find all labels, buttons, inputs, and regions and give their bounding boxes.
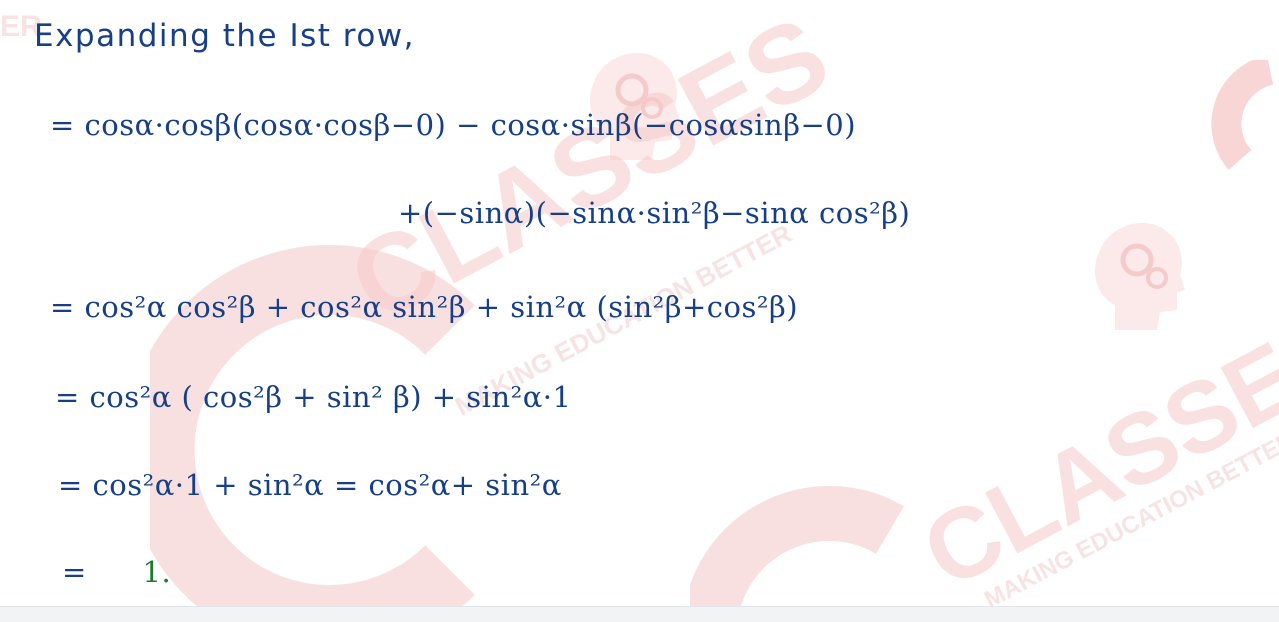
gear-head-icon-right xyxy=(1095,222,1185,330)
bottom-strip xyxy=(0,606,1279,622)
step-4: = cos²α·1 + sin²α = cos²α+ sin²α xyxy=(58,468,562,502)
step-1-line-2: +(−sinα)(−sinα·sin²β−sinα cos²β) xyxy=(398,196,911,230)
watermark-logo-corner xyxy=(1211,60,1274,170)
step-3: = cos²α ( cos²β + sin² β) + sin²α·1 xyxy=(55,380,572,414)
solution-canvas: CLASSES MAKING EDUCATION BETTER CLASSES … xyxy=(0,0,1279,606)
gear-head-icon xyxy=(590,52,680,160)
step-1-line-1: = cosα·cosβ(cosα·cosβ−0) − cosα·sinβ(−co… xyxy=(50,108,857,142)
final-step: = 1. xyxy=(62,555,171,589)
final-answer: 1. xyxy=(142,555,172,589)
step-2: = cos²α cos²β + cos²α sin²β + sin²α (sin… xyxy=(50,290,799,324)
watermark-brand-right: CLASSES xyxy=(905,289,1279,606)
final-equals: = xyxy=(62,555,87,589)
watermark-logo-right xyxy=(690,486,904,606)
solution-heading: Expanding the Ist row, xyxy=(34,18,415,54)
watermark-tagline-right: MAKING EDUCATION BETTER xyxy=(980,426,1279,606)
